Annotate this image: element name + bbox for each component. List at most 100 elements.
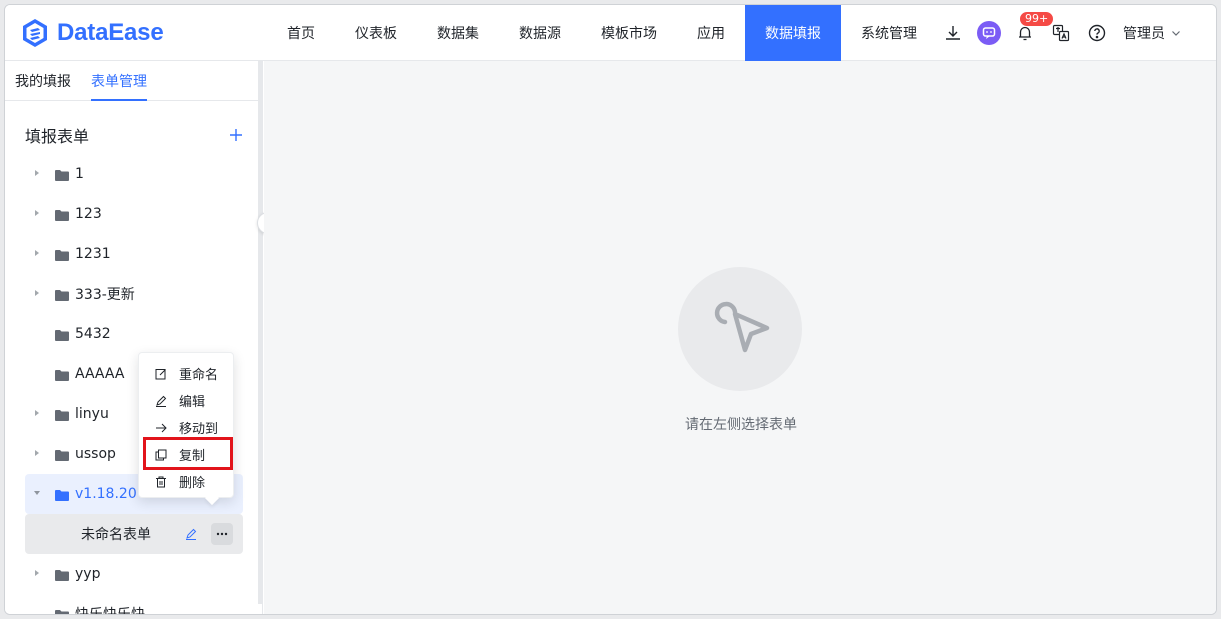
ai-chat-button[interactable] (971, 5, 1007, 61)
caret-down-icon[interactable] (33, 489, 41, 497)
empty-state-illustration (678, 267, 802, 391)
folder-icon (55, 569, 69, 581)
caret-right-icon[interactable] (33, 569, 41, 577)
nav-item-home[interactable]: 首页 (267, 5, 335, 61)
trash-icon (155, 476, 167, 488)
menu-item-edit[interactable]: 编辑 (139, 387, 233, 414)
caret-right-icon[interactable] (33, 169, 41, 177)
tree-caret[interactable] (33, 569, 45, 579)
folder-icon (55, 209, 69, 221)
rename-icon (155, 368, 167, 380)
menu-item-label: 移动到 (179, 422, 219, 437)
context-menu: 重命名 编辑 移动到 复制 删除 (138, 352, 234, 506)
menu-item-rename[interactable]: 重命名 (139, 360, 233, 387)
help-button[interactable] (1079, 5, 1115, 61)
tab-form-management[interactable]: 表单管理 (91, 61, 147, 101)
tree-item-folder[interactable]: 5432 (25, 314, 243, 354)
nav-item-data-filling[interactable]: 数据填报 (745, 5, 841, 61)
tree-item-folder[interactable]: 快乐快乐快... (25, 594, 243, 615)
folder-icon (55, 489, 69, 501)
edit-icon (186, 528, 197, 540)
menu-item-label: 编辑 (179, 395, 206, 410)
tree-caret[interactable] (33, 449, 45, 459)
tree-caret[interactable] (33, 169, 45, 179)
more-actions-button[interactable] (211, 523, 233, 545)
folder-icon (55, 369, 69, 381)
plus-icon (230, 129, 242, 141)
toolbar: 99+ 管理员 (935, 5, 1181, 61)
nav-item-dataset[interactable]: 数据集 (417, 5, 499, 61)
nav-item-dashboard[interactable]: 仪表板 (335, 5, 417, 61)
nav-item-datasource[interactable]: 数据源 (499, 5, 581, 61)
chevron-down-icon (1172, 31, 1180, 36)
copy-highlight-box (143, 437, 233, 470)
caret-right-icon[interactable] (33, 449, 41, 457)
download-button[interactable] (935, 5, 971, 61)
folder-icon (55, 609, 69, 614)
folder-icon (55, 249, 69, 261)
logo[interactable]: DataEase (19, 15, 164, 51)
arrow-right-icon (155, 422, 167, 434)
caret-right-icon[interactable] (33, 249, 41, 257)
folder-icon (55, 289, 69, 301)
tree-item-folder[interactable]: 1231 (25, 234, 243, 274)
language-button[interactable] (1043, 5, 1079, 61)
nav-item-template-market[interactable]: 模板市场 (581, 5, 677, 61)
tree-item-label: 1 (75, 166, 84, 182)
dataease-logo-icon (23, 19, 47, 47)
edit-form-button[interactable] (185, 528, 197, 540)
tree-caret[interactable] (33, 249, 45, 259)
sidebar: 我的填报 表单管理 填报表单 1 123 1231 333-更新 5432 AAAAA li… (5, 61, 263, 615)
tree-caret[interactable] (33, 209, 45, 219)
tree-item-form[interactable]: 未命名表单 (25, 514, 243, 554)
folder-icon (55, 169, 69, 181)
tree-item-label: 333-更新 (75, 287, 135, 303)
nav-item-app[interactable]: 应用 (677, 5, 745, 61)
tree-caret[interactable] (33, 289, 45, 299)
main-content: 请在左侧选择表单 (264, 61, 1216, 614)
nav-item-system-settings[interactable]: 系统管理 (841, 5, 937, 61)
pointer-arrow-icon (714, 301, 770, 353)
add-form-button[interactable] (229, 125, 243, 145)
menu-item-label: 删除 (179, 476, 206, 491)
more-icon (216, 532, 228, 536)
tree-item-label: 未命名表单 (81, 527, 151, 543)
folder-icon (55, 409, 69, 421)
tree-item-folder[interactable]: 333-更新 (25, 274, 243, 314)
user-name: 管理员 (1123, 26, 1165, 42)
menu-item-label: 重命名 (179, 368, 219, 383)
caret-right-icon[interactable] (33, 289, 41, 297)
tree-item-label: linyu (75, 406, 109, 422)
user-menu[interactable]: 管理员 (1123, 23, 1181, 43)
download-icon (946, 26, 960, 40)
tree-item-label: ussop (75, 446, 116, 462)
tree-item-label: 5432 (75, 326, 111, 342)
empty-state-text: 请在左侧选择表单 (685, 417, 797, 433)
tree-caret[interactable] (33, 489, 45, 499)
section-title: 填报表单 (25, 127, 90, 146)
folder-icon (55, 329, 69, 341)
app-window: DataEase 首页 仪表板 数据集 数据源 模板市场 应用 数据填报 系统管… (4, 4, 1217, 615)
tree-item-folder[interactable]: 123 (25, 194, 243, 234)
logo-text: DataEase (57, 19, 164, 46)
tree-caret[interactable] (33, 409, 45, 419)
row-actions (185, 523, 233, 545)
caret-right-icon[interactable] (33, 409, 41, 417)
top-navigation-bar: DataEase 首页 仪表板 数据集 数据源 模板市场 应用 数据填报 系统管… (5, 5, 1216, 61)
chat-icon (977, 21, 1001, 45)
tree-item-folder[interactable]: yyp (25, 554, 243, 594)
tree-item-label: yyp (75, 566, 101, 582)
tree-item-label: 1231 (75, 246, 111, 262)
tree-item-folder[interactable]: 1 (25, 154, 243, 194)
main-nav: 首页 仪表板 数据集 数据源 模板市场 应用 数据填报 系统管理 (267, 5, 937, 61)
caret-right-icon[interactable] (33, 209, 41, 217)
tab-my-filling[interactable]: 我的填报 (15, 61, 71, 101)
section-header: 填报表单 (25, 123, 243, 147)
sidebar-scrollbar[interactable] (258, 61, 263, 604)
tree-item-label: 123 (75, 206, 102, 222)
tree-item-label: 快乐快乐快... (75, 607, 159, 615)
notification-button[interactable]: 99+ (1007, 5, 1055, 61)
menu-item-delete[interactable]: 删除 (139, 468, 233, 495)
edit-icon (155, 395, 167, 407)
translate-icon (1052, 24, 1070, 42)
